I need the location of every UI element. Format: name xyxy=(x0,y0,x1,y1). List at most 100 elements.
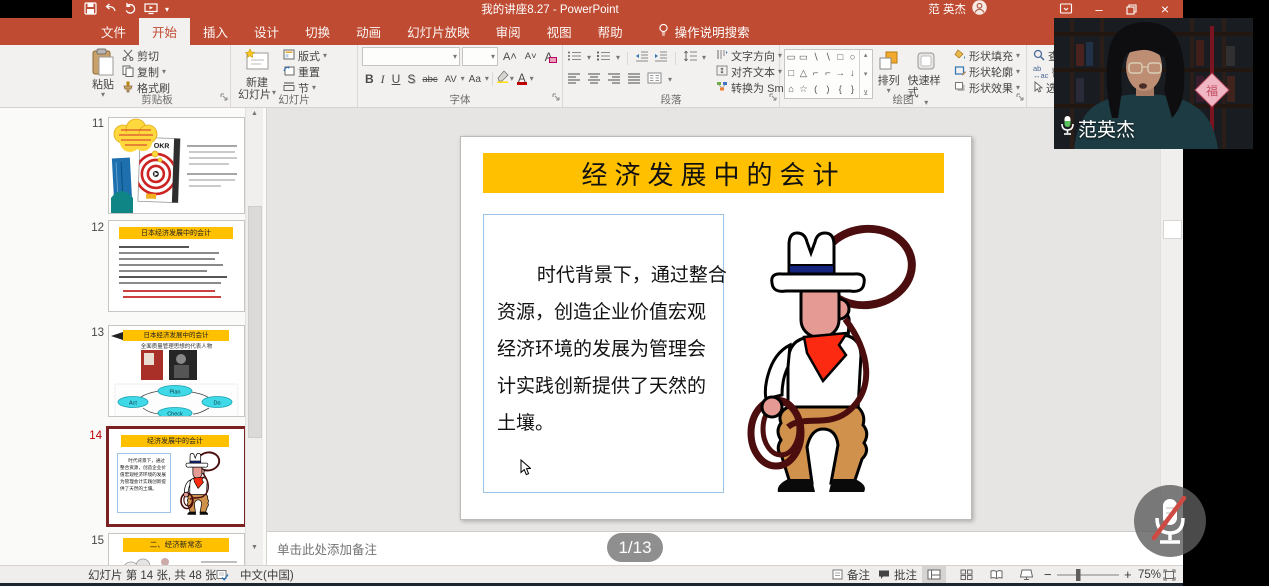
strikethrough-button[interactable]: abc xyxy=(419,74,440,85)
edit-area-scrollbar[interactable] xyxy=(1160,108,1183,531)
account-area[interactable]: 范 英杰 xyxy=(928,0,987,18)
pane-scroll-up-icon[interactable]: ▲ xyxy=(246,110,263,117)
ribbon-display-options-icon[interactable] xyxy=(1059,0,1073,18)
shape-line-icon[interactable]: ∖ xyxy=(813,53,819,63)
minimize-button[interactable]: – xyxy=(1089,0,1109,18)
drawing-dialog-launcher-icon[interactable] xyxy=(1016,88,1024,106)
decrease-indent-icon[interactable] xyxy=(635,49,649,67)
restore-button[interactable] xyxy=(1121,0,1141,18)
notes-toggle[interactable]: 备注 xyxy=(832,566,870,583)
paste-button[interactable]: 粘贴▾ xyxy=(88,47,118,94)
shape-arrow-line-icon[interactable]: ∖ xyxy=(825,53,831,63)
zoom-out-button[interactable]: − xyxy=(1044,566,1052,583)
view-slideshow-button[interactable] xyxy=(1014,566,1038,583)
tab-review[interactable]: 审阅 xyxy=(483,18,534,45)
clear-formatting-icon[interactable]: A xyxy=(542,50,556,64)
bold-button[interactable]: B xyxy=(362,72,377,86)
font-name-combobox[interactable]: ▾ xyxy=(362,47,460,66)
columns-icon[interactable] xyxy=(647,71,662,89)
character-spacing-button[interactable]: AV xyxy=(442,74,460,85)
close-button[interactable]: × xyxy=(1155,0,1175,18)
comments-toggle[interactable]: 批注 xyxy=(878,566,917,583)
shrink-font-icon[interactable]: A˅ xyxy=(522,51,540,62)
shape-rounded-rect-icon[interactable]: □ xyxy=(788,69,794,79)
view-reading-button[interactable] xyxy=(984,566,1008,583)
grow-font-icon[interactable]: A˄ xyxy=(500,51,520,63)
font-color-button[interactable]: A xyxy=(515,73,529,85)
cut-button[interactable]: 剪切 xyxy=(120,48,172,64)
highlight-color-icon[interactable] xyxy=(496,70,509,88)
slide-thumbnail-13[interactable]: Plan Act Do Check 日本经济发展中的会计 全面质量管理思想的代表… xyxy=(108,325,245,417)
tab-view[interactable]: 视图 xyxy=(534,18,585,45)
text-shadow-button[interactable]: S xyxy=(404,72,418,86)
edit-scrollbar-thumb[interactable] xyxy=(1163,220,1182,239)
notes-pane[interactable]: 单击此处添加备注 xyxy=(267,531,1183,565)
italic-button[interactable]: I xyxy=(378,72,388,87)
paragraph-dialog-launcher-icon[interactable] xyxy=(769,88,777,106)
tab-transitions[interactable]: 切换 xyxy=(292,18,343,45)
shape-outline-button[interactable]: 形状轮廓▾ xyxy=(952,64,1022,80)
slide-thumbnail-14-selected[interactable]: 经济发展中的会计 时代背景下，通过整合资源，创造企业价值宏观经济环境的发展为管理… xyxy=(106,426,247,527)
tell-me-search[interactable]: 操作说明搜索 xyxy=(658,18,750,45)
view-normal-button[interactable] xyxy=(922,566,946,583)
pane-scrollbar[interactable]: ▲ ▼ xyxy=(245,108,263,565)
align-center-icon[interactable] xyxy=(587,71,601,89)
slide-thumbnail-11[interactable]: OKR xyxy=(108,117,245,214)
slide-title-shape[interactable]: 经济发展中的会计 xyxy=(483,153,944,193)
language-indicator[interactable]: 中文(中国) xyxy=(240,566,294,583)
shape-fill-button[interactable]: 形状填充▾ xyxy=(952,48,1022,64)
slide-canvas[interactable]: 经济发展中的会计 时代背景下，通过整合 资源，创造企业价值宏观 经济环境的发展为… xyxy=(460,136,972,520)
bullets-icon[interactable] xyxy=(567,49,582,67)
layout-button[interactable]: 版式▾ xyxy=(281,48,329,64)
shape-textbox2-icon[interactable]: ▭ xyxy=(799,53,808,63)
tab-design[interactable]: 设计 xyxy=(241,18,292,45)
shape-rect-icon[interactable]: □ xyxy=(837,53,843,63)
zoom-in-button[interactable]: + xyxy=(1124,566,1132,583)
zoom-slider[interactable] xyxy=(1056,566,1120,583)
font-dialog-launcher-icon[interactable] xyxy=(552,88,560,106)
tab-home[interactable]: 开始 xyxy=(139,18,190,45)
shape-triangle-icon[interactable]: △ xyxy=(800,69,807,79)
align-left-icon[interactable] xyxy=(567,71,581,89)
mic-muted-button[interactable] xyxy=(1134,485,1206,557)
arrange-button[interactable]: 排列▾ xyxy=(875,49,903,94)
zoom-level[interactable]: 75% xyxy=(1138,566,1161,583)
slide-body-text-box[interactable]: 时代背景下，通过整合 资源，创造企业价值宏观 经济环境的发展为管理会 计实践创新… xyxy=(483,214,724,493)
shapes-scroll-down-icon[interactable]: ▾ xyxy=(864,70,868,78)
webcam-overlay[interactable]: 福 范英杰 xyxy=(1054,18,1253,149)
shape-arrow-down-icon[interactable]: ↓ xyxy=(850,69,855,79)
shape-arrow-right-icon[interactable]: → xyxy=(835,69,845,79)
tab-slideshow[interactable]: 幻灯片放映 xyxy=(394,18,483,45)
cowboy-clipart[interactable] xyxy=(744,223,918,493)
change-case-button[interactable]: Aa xyxy=(466,74,484,85)
shapes-scroll-up-icon[interactable]: ▴ xyxy=(864,51,868,59)
pane-scroll-down-icon[interactable]: ▼ xyxy=(246,544,263,551)
slide-thumbnail-15[interactable]: 二、经济新常态 xyxy=(108,533,245,565)
font-size-combobox[interactable]: ▾ xyxy=(462,47,498,66)
new-slide-button[interactable]: 新建 幻灯片▾ xyxy=(235,47,279,94)
tab-animations[interactable]: 动画 xyxy=(343,18,394,45)
spellcheck-icon[interactable] xyxy=(216,566,229,583)
tab-help[interactable]: 帮助 xyxy=(585,18,636,45)
numbering-icon[interactable] xyxy=(596,49,611,67)
copy-button[interactable]: 复制▾ xyxy=(120,64,172,80)
shape-oval-icon[interactable]: ○ xyxy=(850,53,856,63)
reset-button[interactable]: 重置 xyxy=(281,64,329,80)
view-sorter-button[interactable] xyxy=(954,566,978,583)
shape-textbox-icon[interactable]: ▭ xyxy=(787,53,796,63)
shape-elbow2-icon[interactable]: ⌐ xyxy=(825,69,831,79)
tab-file[interactable]: 文件 xyxy=(88,18,139,45)
pane-scrollbar-thumb[interactable] xyxy=(248,206,262,438)
underline-button[interactable]: U xyxy=(389,72,404,86)
clipboard-dialog-launcher-icon[interactable] xyxy=(220,88,228,106)
slide-thumbnail-12[interactable]: 日本经济发展中的会计 xyxy=(108,220,245,312)
increase-indent-icon[interactable] xyxy=(654,49,668,67)
justify-icon[interactable] xyxy=(627,71,641,89)
quick-styles-button[interactable]: 快速样式▾ xyxy=(905,49,948,94)
shape-elbow-icon[interactable]: ⌐ xyxy=(813,69,819,79)
tab-insert[interactable]: 插入 xyxy=(190,18,241,45)
fit-to-window-icon[interactable] xyxy=(1163,566,1176,583)
line-spacing-icon[interactable] xyxy=(683,49,697,67)
align-right-icon[interactable] xyxy=(607,71,621,89)
avatar[interactable] xyxy=(972,0,987,18)
